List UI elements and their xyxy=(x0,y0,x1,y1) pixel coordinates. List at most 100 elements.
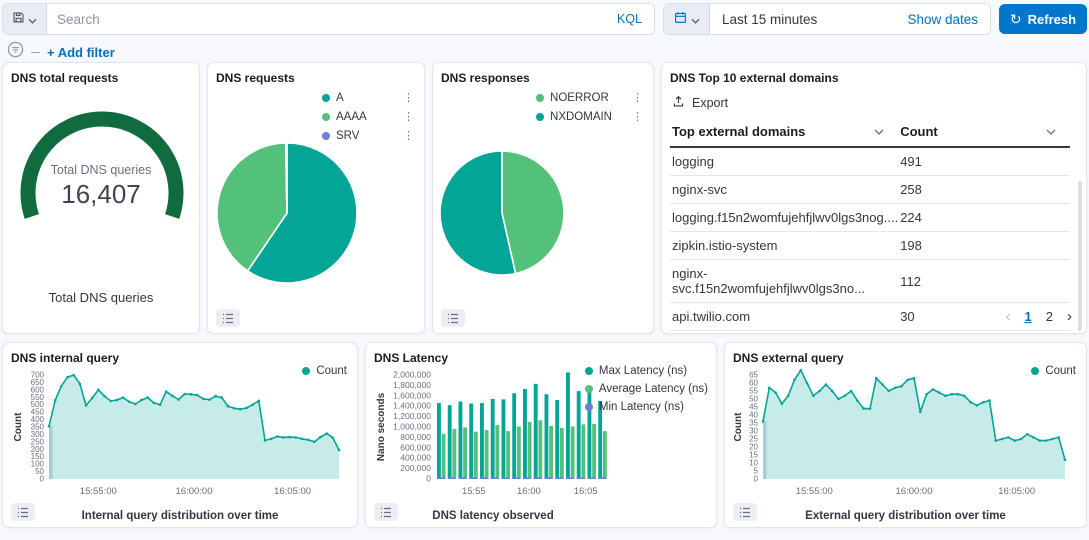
cell-domain: api.twilio.com xyxy=(670,303,898,331)
next-page-icon[interactable]: › xyxy=(1067,308,1072,325)
svg-text:30: 30 xyxy=(749,427,758,436)
svg-text:65: 65 xyxy=(749,371,758,380)
filter-bar: + Add filter xyxy=(0,35,1089,62)
panel-dns-total-requests: DNS total requests Total DNS queries 16,… xyxy=(2,62,200,334)
filter-icon[interactable] xyxy=(7,41,24,63)
add-filter-button[interactable]: + Add filter xyxy=(47,45,115,60)
time-range-label[interactable]: Last 15 minutes xyxy=(710,4,817,34)
export-icon xyxy=(672,95,685,111)
legend-toggle-button[interactable] xyxy=(733,503,757,521)
svg-text:15:55:00: 15:55:00 xyxy=(80,486,117,497)
legend-item-average-latency-ns-[interactable]: Average Latency (ns) xyxy=(585,383,708,395)
panel-dns-top-external-domains: DNS Top 10 external domains Export Top e… xyxy=(661,62,1087,334)
svg-text:0: 0 xyxy=(426,474,431,484)
legend-item-srv[interactable]: SRV ⋮ xyxy=(322,129,414,142)
legend-label: Average Latency (ns) xyxy=(599,383,708,395)
legend-color-dot xyxy=(536,94,544,102)
legend-item-max-latency-ns-[interactable]: Max Latency (ns) xyxy=(585,365,708,377)
chart-legend: Count xyxy=(302,365,347,377)
panel-title[interactable]: DNS Top 10 external domains xyxy=(670,71,1078,85)
legend-item-noerror[interactable]: NOERROR ⋮ xyxy=(536,91,643,104)
legend-label: NOERROR xyxy=(550,92,609,104)
chart-legend: Max Latency (ns) Average Latency (ns) Min … xyxy=(585,365,708,413)
legend-item-min-latency-ns-[interactable]: Min Latency (ns) xyxy=(585,401,708,413)
cell-domain: checkoutservice xyxy=(670,331,898,335)
pie-legend: A⋮AAAA⋮SRV⋮ xyxy=(322,91,414,142)
panel-title[interactable]: DNS internal query xyxy=(11,351,349,365)
save-icon xyxy=(12,11,25,27)
bar-chart: 0200,000400,000600,000800,0001,000,0001,… xyxy=(374,367,612,507)
legend-label: SRV xyxy=(336,130,359,142)
legend-color-dot xyxy=(322,113,330,121)
legend-toggle-button[interactable] xyxy=(11,503,35,521)
page-1-button[interactable]: 1 xyxy=(1025,309,1032,324)
legend-color-dot xyxy=(322,94,330,102)
legend-actions-icon[interactable]: ⋮ xyxy=(389,91,414,104)
legend-label: Max Latency (ns) xyxy=(599,365,687,377)
legend-actions-icon[interactable]: ⋮ xyxy=(618,91,643,104)
page-2-button[interactable]: 2 xyxy=(1046,309,1053,324)
panel-title[interactable]: DNS Latency xyxy=(374,351,708,365)
cell-domain: logging.f15n2womfujehfjlwv0lgs3nog.... xyxy=(670,204,898,232)
svg-text:0: 0 xyxy=(754,475,759,484)
cell-count: 12 xyxy=(898,331,1070,335)
sort-chevron-icon xyxy=(1046,129,1056,135)
legend-item-aaaa[interactable]: AAAA ⋮ xyxy=(322,110,414,123)
svg-text:20: 20 xyxy=(749,443,758,452)
saved-query-menu-button[interactable] xyxy=(3,4,47,34)
area-chart: 0501001502002503003504004505005506006507… xyxy=(11,367,343,507)
cell-count: 224 xyxy=(898,204,1070,232)
cell-count: 258 xyxy=(898,176,1070,204)
table-scrollbar[interactable] xyxy=(1078,181,1082,331)
kql-language-button[interactable]: KQL xyxy=(605,4,654,34)
legend-label: Count xyxy=(316,365,347,377)
svg-text:40: 40 xyxy=(749,411,758,420)
legend-item-a[interactable]: A⋮ xyxy=(322,91,414,104)
legend-item-count[interactable]: Count xyxy=(1031,365,1076,377)
panel-title[interactable]: DNS total requests xyxy=(11,71,191,85)
svg-text:800,000: 800,000 xyxy=(400,432,431,442)
chevron-down-icon xyxy=(691,12,700,27)
export-button[interactable]: Export xyxy=(672,95,728,111)
svg-text:50: 50 xyxy=(749,395,758,404)
legend-color-dot xyxy=(585,367,593,375)
legend-actions-icon[interactable]: ⋮ xyxy=(618,110,643,123)
legend-item-count[interactable]: Count xyxy=(302,365,347,377)
cell-count: 112 xyxy=(898,260,1070,303)
chart-area: 0510152025303540455055606515:55:0016:00:… xyxy=(733,367,1078,512)
cell-domain: logging xyxy=(670,147,898,176)
legend-actions-icon[interactable]: ⋮ xyxy=(389,129,414,142)
legend-toggle-button[interactable] xyxy=(441,309,465,327)
panel-dns-requests: DNS requests A⋮AAAA⋮SRV⋮ xyxy=(207,62,425,334)
panel-title[interactable]: DNS responses xyxy=(441,71,645,85)
cell-count: 491 xyxy=(898,147,1070,176)
legend-color-dot xyxy=(585,403,593,411)
table-row: nginx-svc258 xyxy=(670,176,1070,204)
legend-toggle-button[interactable] xyxy=(216,309,240,327)
column-header-count[interactable]: Count xyxy=(898,117,1070,147)
table-row: zipkin.istio-system198 xyxy=(670,232,1070,260)
sort-chevron-icon xyxy=(874,129,884,135)
search-input[interactable] xyxy=(47,4,605,34)
legend-item-nxdomain[interactable]: NXDOMAIN ⋮ xyxy=(536,110,643,123)
legend-label: NXDOMAIN xyxy=(550,111,612,123)
top-toolbar: KQL Last 15 minutes Show dates ↻ Refresh xyxy=(0,0,1089,35)
search-bar: KQL xyxy=(2,3,655,35)
panel-title[interactable]: DNS requests xyxy=(216,71,416,85)
svg-text:2,000,000: 2,000,000 xyxy=(393,370,431,380)
filter-divider xyxy=(31,52,40,53)
legend-label: AAAA xyxy=(336,111,367,123)
svg-text:55: 55 xyxy=(749,387,758,396)
previous-page-icon[interactable]: ‹ xyxy=(1006,308,1011,325)
svg-text:16:05: 16:05 xyxy=(574,486,598,497)
refresh-button[interactable]: ↻ Refresh xyxy=(999,4,1087,34)
cell-count: 198 xyxy=(898,232,1070,260)
legend-toggle-button[interactable] xyxy=(374,503,398,521)
calendar-menu-button[interactable] xyxy=(664,4,710,34)
show-dates-button[interactable]: Show dates xyxy=(907,4,990,34)
legend-actions-icon[interactable]: ⋮ xyxy=(389,110,414,123)
column-header-domains[interactable]: Top external domains xyxy=(670,117,898,147)
legend-label: A xyxy=(336,92,344,104)
svg-text:600,000: 600,000 xyxy=(400,442,431,452)
panel-title[interactable]: DNS external query xyxy=(733,351,1078,365)
